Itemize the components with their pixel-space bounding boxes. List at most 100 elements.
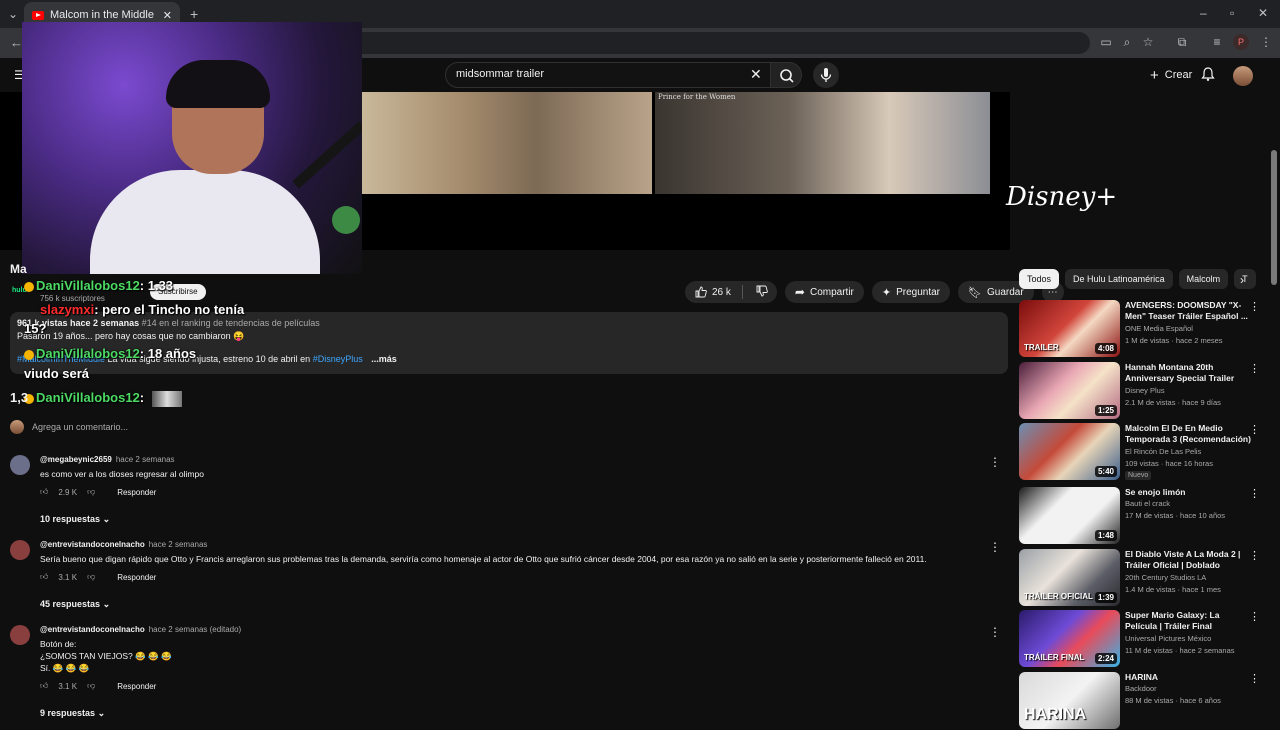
tab-title: Malcom in the Middle | Tráiler I <box>50 9 157 21</box>
recommended-video[interactable]: 5:40 Malcolm El De En Medio Temporada 3 (… <box>1019 423 1264 481</box>
new-tab-button[interactable]: + <box>190 6 198 22</box>
trending-rank[interactable]: #14 en el ranking de tendencias de pelíc… <box>142 318 320 328</box>
comment-time[interactable]: hace 2 semanas <box>116 455 175 464</box>
video-thumbnail[interactable]: TRÁILER OFICIAL 1:39 <box>1019 549 1120 606</box>
video-kebab-icon[interactable]: ⋮ <box>1249 549 1260 562</box>
comment-avatar[interactable] <box>10 455 30 475</box>
comment-kebab-icon[interactable]: ⋮ <box>989 455 1001 469</box>
video-kebab-icon[interactable]: ⋮ <box>1249 487 1260 500</box>
hashtag-disneyplus[interactable]: #DisneyPlus <box>313 354 363 364</box>
recommended-video[interactable]: TRAILER 4:08 AVENGERS: DOOMSDAY "X-Men" Te… <box>1019 300 1264 358</box>
video-title[interactable]: Super Mario Galaxy: La Película | Tráile… <box>1125 610 1251 632</box>
comment-like-icon[interactable]: 👍︎ <box>40 572 48 582</box>
search-button[interactable] <box>770 62 802 88</box>
reply-button[interactable]: Responder <box>117 573 156 582</box>
add-comment-row[interactable]: Agrega un comentario... <box>10 420 128 434</box>
video-thumbnail[interactable]: 1:48 <box>1019 487 1120 544</box>
comment-kebab-icon[interactable]: ⋮ <box>989 540 1001 554</box>
user-avatar[interactable] <box>1233 66 1253 86</box>
comment-dislike-icon[interactable]: 👎︎ <box>87 681 95 691</box>
cast-icon[interactable]: ▭ <box>1098 34 1114 50</box>
chevron-down-icon: ⌄ <box>97 708 106 718</box>
extensions-icon[interactable]: ⧉ <box>1174 34 1190 50</box>
ask-button[interactable]: ✦ Preguntar <box>871 281 951 303</box>
chevron-right-icon[interactable]: › <box>1240 273 1244 287</box>
video-thumbnail[interactable]: 1:25 <box>1019 362 1120 419</box>
description-more-link[interactable]: ...más <box>371 354 397 364</box>
share-button[interactable]: ➦ Compartir <box>784 281 864 303</box>
page-scrollbar[interactable] <box>1271 150 1277 285</box>
video-title[interactable]: Malcolm El De En Medio Temporada 3 (Reco… <box>1125 423 1251 445</box>
comment-time[interactable]: hace 2 semanas (editado) <box>149 625 242 634</box>
video-thumbnail[interactable]: TRAILER 4:08 <box>1019 300 1120 357</box>
recommended-video[interactable]: TRÁILER OFICIAL 1:39 El Diablo Viste A La … <box>1019 549 1264 607</box>
close-window-icon[interactable]: ✕ <box>1258 6 1268 20</box>
reply-button[interactable]: Responder <box>117 682 156 691</box>
video-title[interactable]: Hannah Montana 20th Anniversary Special … <box>1125 362 1251 384</box>
comment-author[interactable]: @entrevistandoconelnacho <box>40 540 145 549</box>
bell-icon[interactable] <box>1200 66 1216 82</box>
video-channel[interactable]: Bauti el crack <box>1125 499 1170 508</box>
comment-like-icon[interactable]: 👍︎ <box>40 487 48 497</box>
chip-hulu[interactable]: De Hulu Latinoamérica <box>1065 269 1173 289</box>
chip-malcolm[interactable]: Malcolm <box>1178 269 1229 289</box>
recommended-video[interactable]: 1:48 Se enojo limón Bauti el crack 17 M de … <box>1019 487 1264 545</box>
video-title[interactable]: AVENGERS: DOOMSDAY "X-Men" Teaser Tráile… <box>1125 300 1251 322</box>
video-kebab-icon[interactable]: ⋮ <box>1249 610 1260 623</box>
video-kebab-icon[interactable]: ⋮ <box>1249 300 1260 313</box>
voice-search-button[interactable] <box>813 62 839 88</box>
recommended-video[interactable]: TRÁILER FINAL 2:24 Super Mario Galaxy: La … <box>1019 610 1264 668</box>
video-title[interactable]: El Diablo Viste A La Moda 2 | Tráiler Of… <box>1125 549 1251 571</box>
bookmark-star-icon[interactable]: ☆ <box>1140 34 1156 50</box>
view-replies-button[interactable]: 45 respuestas ⌄ <box>40 599 110 610</box>
video-channel[interactable]: ONE Media Español <box>1125 324 1193 333</box>
dislike-button[interactable] <box>748 285 777 300</box>
video-thumbnail[interactable]: TRÁILER FINAL 2:24 <box>1019 610 1120 667</box>
search-input[interactable]: midsommar trailer <box>445 62 775 88</box>
video-channel[interactable]: Universal Pictures México <box>1125 634 1211 643</box>
video-channel[interactable]: Backdoor <box>1125 684 1157 693</box>
comment-dislike-icon[interactable]: 👎︎ <box>87 487 95 497</box>
comment-avatar[interactable] <box>10 625 30 645</box>
video-channel[interactable]: El Rincón De Las Pelis <box>1125 447 1201 456</box>
view-replies-button[interactable]: 10 respuestas ⌄ <box>40 514 110 525</box>
video-channel[interactable]: 20th Century Studios LA <box>1125 573 1206 582</box>
profile-avatar[interactable]: P <box>1233 34 1249 50</box>
tab-search-icon[interactable]: ⌄ <box>8 7 18 21</box>
add-comment-input[interactable]: Agrega un comentario... <box>32 422 128 432</box>
video-thumbnail[interactable]: 5:40 <box>1019 423 1120 480</box>
create-button[interactable]: + Crear <box>1140 64 1202 86</box>
search-clear-icon[interactable]: ✕ <box>750 66 762 83</box>
recommended-video[interactable]: HARINA HARINA Backdoor 88 M de vistas · hac… <box>1019 672 1264 730</box>
comment-avatar[interactable] <box>10 540 30 560</box>
video-kebab-icon[interactable]: ⋮ <box>1249 672 1260 685</box>
video-description[interactable]: 961 k vistas hace 2 semanas #14 en el ra… <box>10 312 1008 374</box>
comment-dislike-icon[interactable]: 👎︎ <box>87 572 95 582</box>
video-kebab-icon[interactable]: ⋮ <box>1249 423 1260 436</box>
minimize-icon[interactable]: – <box>1200 6 1207 20</box>
video-thumbnail[interactable]: HARINA <box>1019 672 1120 729</box>
reply-button[interactable]: Responder <box>117 488 156 497</box>
zoom-icon[interactable]: ⌕ <box>1119 34 1135 50</box>
comment-time[interactable]: hace 2 semanas <box>149 540 208 549</box>
video-title[interactable]: HARINA <box>1125 672 1251 683</box>
tab-close-icon[interactable]: ✕ <box>163 9 172 22</box>
browser-menu-icon[interactable]: ⋮ <box>1258 34 1274 50</box>
video-meta: 1 M de vistas · hace 2 meses <box>1125 336 1223 345</box>
comment-author[interactable]: @entrevistandoconelnacho <box>40 625 145 634</box>
like-button[interactable]: 26 k <box>685 281 777 303</box>
comment-kebab-icon[interactable]: ⋮ <box>989 625 1001 639</box>
reading-list-icon[interactable]: ≡ <box>1209 34 1225 50</box>
video-title[interactable]: Se enojo limón <box>1125 487 1251 498</box>
share-icon: ➦ <box>794 285 805 299</box>
recommended-video[interactable]: 1:25 Hannah Montana 20th Anniversary Spec… <box>1019 362 1264 420</box>
chat-text: viudo será <box>24 366 90 381</box>
video-channel[interactable]: Disney Plus <box>1125 386 1165 395</box>
chip-partial[interactable]: T <box>1234 269 1256 289</box>
view-replies-button[interactable]: 9 respuestas ⌄ <box>40 708 105 719</box>
comment-author[interactable]: @megabeynic2659 <box>40 455 112 464</box>
chip-all[interactable]: Todos <box>1019 269 1060 289</box>
comment-like-icon[interactable]: 👍︎ <box>40 681 48 691</box>
maximize-icon[interactable]: ▫ <box>1230 6 1234 20</box>
video-kebab-icon[interactable]: ⋮ <box>1249 362 1260 375</box>
